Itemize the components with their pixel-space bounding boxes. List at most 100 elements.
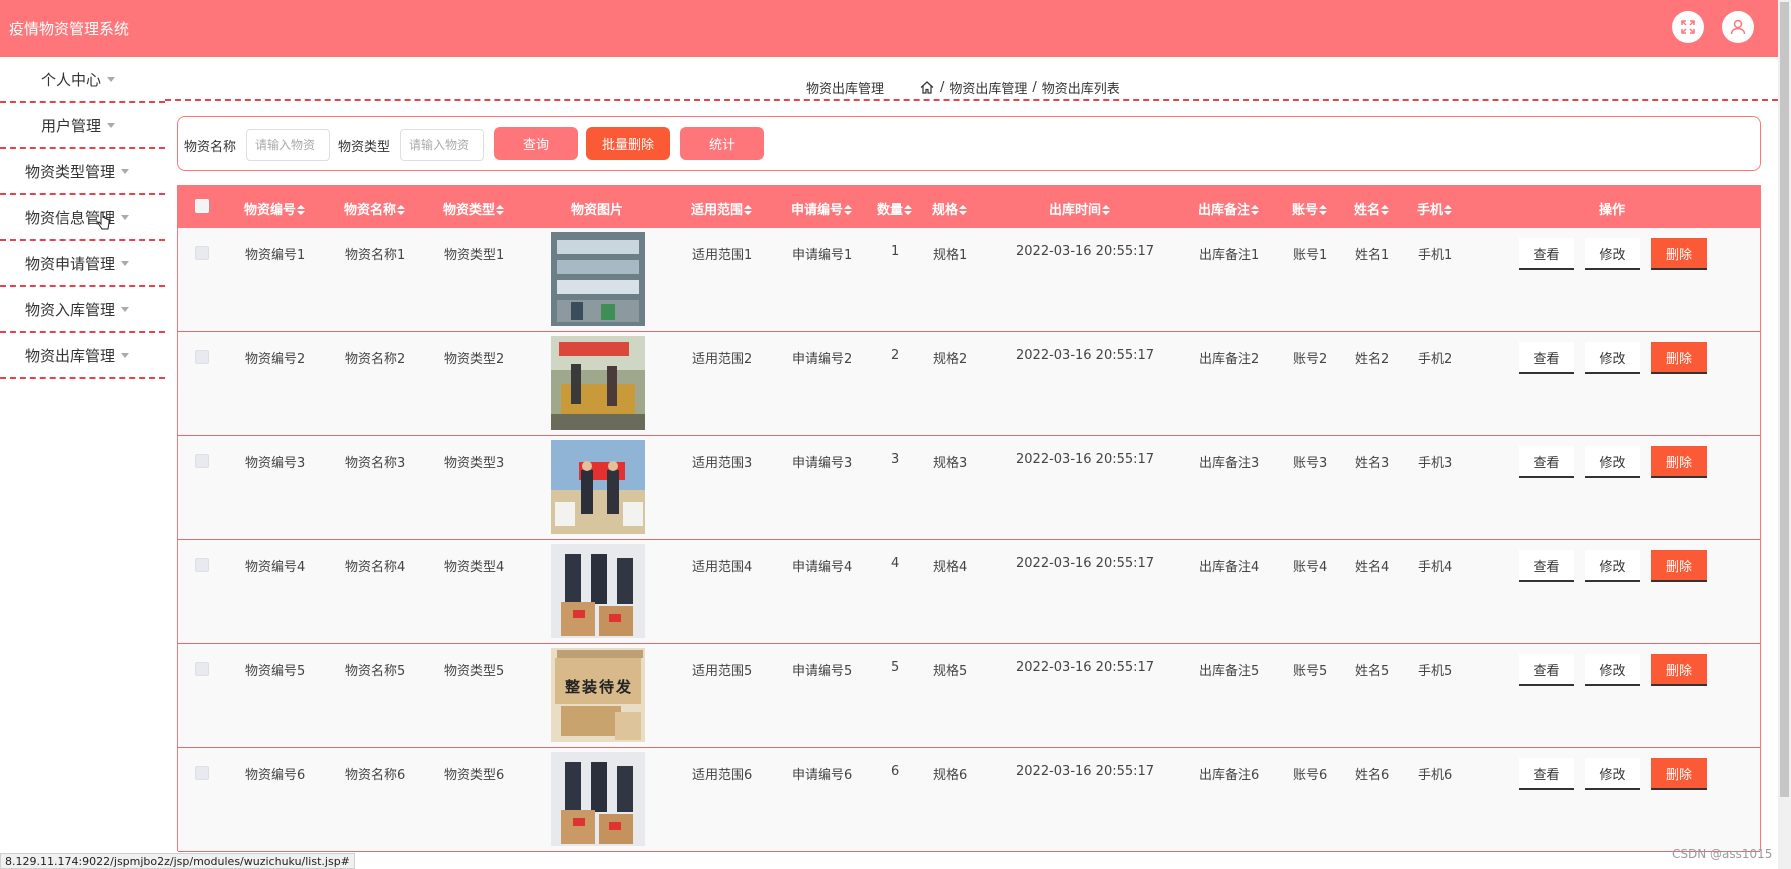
material-image[interactable]: [551, 544, 645, 638]
material-image[interactable]: [551, 232, 645, 326]
col-header-name[interactable]: 物资名称: [344, 199, 406, 218]
material-name-input[interactable]: [246, 129, 330, 161]
table-row: 物资编号2 物资名称2 物资类型2 适用范围2 申请编号2 2 规格2 2022-03-16 …: [178, 332, 1760, 436]
batch-delete-button[interactable]: 批量删除: [586, 127, 670, 160]
col-header-code[interactable]: 物资编号: [244, 199, 306, 218]
cell-spec: 规格5: [933, 664, 968, 679]
view-button[interactable]: 查看: [1519, 654, 1574, 686]
row-checkbox[interactable]: [195, 454, 209, 468]
delete-button[interactable]: 删除: [1651, 238, 1707, 270]
cell-name: 物资名称5: [345, 664, 406, 679]
sidebar-item-material-apply[interactable]: 物资申请管理: [0, 241, 165, 287]
cell-person: 姓名4: [1355, 560, 1390, 575]
row-checkbox[interactable]: [195, 662, 209, 676]
col-header-out-note[interactable]: 出库备注: [1198, 199, 1260, 218]
edit-button[interactable]: 修改: [1585, 654, 1640, 686]
cell-account: 账号1: [1293, 248, 1328, 263]
cell-scope: 适用范围3: [692, 456, 753, 471]
sidebar-item-stock-out[interactable]: 物资出库管理: [0, 333, 165, 379]
sort-icon: [496, 205, 505, 215]
material-image[interactable]: [551, 752, 645, 846]
query-button[interactable]: 查询: [494, 127, 578, 160]
edit-button[interactable]: 修改: [1585, 446, 1640, 478]
table-row: 物资编号3 物资名称3 物资类型3 适用范围3 申请编号3 3 规格3 2022-03-16 …: [178, 436, 1760, 540]
material-image[interactable]: [551, 336, 645, 430]
stats-button[interactable]: 统计: [680, 127, 764, 160]
cell-qty: 6: [891, 764, 900, 779]
material-image[interactable]: [551, 440, 645, 534]
col-header-apply-no[interactable]: 申请编号: [791, 199, 853, 218]
sidebar-item-material-info[interactable]: 物资信息管理: [0, 195, 165, 241]
cell-type: 物资类型1: [444, 248, 505, 263]
cell-account: 账号4: [1293, 560, 1328, 575]
material-type-label: 物资类型: [338, 140, 391, 155]
row-checkbox[interactable]: [195, 350, 209, 364]
sidebar-item-profile[interactable]: 个人中心: [0, 57, 165, 103]
col-header-type[interactable]: 物资类型: [443, 199, 505, 218]
edit-button[interactable]: 修改: [1585, 550, 1640, 582]
material-type-input[interactable]: [400, 129, 484, 161]
edit-button[interactable]: 修改: [1585, 238, 1640, 270]
view-button[interactable]: 查看: [1519, 446, 1574, 478]
caret-down-icon: [107, 76, 116, 82]
view-button[interactable]: 查看: [1519, 238, 1574, 270]
cell-apply-no: 申请编号3: [792, 456, 853, 471]
sidebar-item-users[interactable]: 用户管理: [0, 103, 165, 149]
cell-apply-no: 申请编号1: [792, 248, 853, 263]
col-header-account[interactable]: 账号: [1292, 199, 1328, 218]
edit-button[interactable]: 修改: [1585, 342, 1640, 374]
cell-out-note: 出库备注5: [1199, 664, 1260, 679]
cell-out-time: 2022-03-16 20:55:17: [1016, 452, 1155, 467]
cell-scope: 适用范围2: [692, 352, 753, 367]
table-header: 物资编号 物资名称 物资类型 物资图片 适用范围 申请编号 数量 规格 出库时间…: [177, 185, 1761, 228]
table-row: 物资编号1 物资名称1 物资类型1 适用范围1 申请编号1 1 规格1 2022-03-16 …: [178, 228, 1760, 332]
delete-button[interactable]: 删除: [1651, 758, 1707, 790]
view-button[interactable]: 查看: [1519, 758, 1574, 790]
breadcrumb-level1[interactable]: 物资出库管理: [949, 78, 1027, 97]
cell-qty: 5: [891, 660, 900, 675]
table-row: 物资编号5 物资名称5 物资类型5 适用范围5 申请编号5 5 规格5 2022-03-16 …: [178, 644, 1760, 748]
sidebar-item-stock-in[interactable]: 物资入库管理: [0, 287, 165, 333]
delete-button[interactable]: 删除: [1651, 446, 1707, 478]
sidebar-item-material-types[interactable]: 物资类型管理: [0, 149, 165, 195]
caret-down-icon: [121, 352, 130, 358]
delete-button[interactable]: 删除: [1651, 654, 1707, 686]
col-header-out-time[interactable]: 出库时间: [1049, 199, 1111, 218]
cell-spec: 规格4: [933, 560, 968, 575]
home-icon[interactable]: [920, 81, 934, 94]
row-checkbox[interactable]: [195, 766, 209, 780]
fullscreen-button[interactable]: [1672, 11, 1704, 43]
select-all-checkbox[interactable]: [195, 199, 209, 213]
view-button[interactable]: 查看: [1519, 550, 1574, 582]
delete-button[interactable]: 删除: [1651, 550, 1707, 582]
edit-button[interactable]: 修改: [1585, 758, 1640, 790]
cell-account: 账号3: [1293, 456, 1328, 471]
vertical-scrollbar[interactable]: [1778, 0, 1791, 869]
col-header-phone[interactable]: 手机: [1417, 199, 1453, 218]
cell-qty: 3: [891, 452, 900, 467]
cell-type: 物资类型3: [444, 456, 505, 471]
cell-name: 物资名称6: [345, 768, 406, 783]
cell-person: 姓名1: [1355, 248, 1390, 263]
user-menu-button[interactable]: [1722, 11, 1754, 43]
cell-person: 姓名5: [1355, 664, 1390, 679]
sidebar-item-label: 个人中心: [41, 70, 102, 89]
cell-type: 物资类型2: [444, 352, 505, 367]
sort-icon: [1102, 205, 1111, 215]
col-header-scope[interactable]: 适用范围: [691, 199, 753, 218]
cell-phone: 手机1: [1418, 248, 1453, 263]
cell-code: 物资编号1: [245, 248, 306, 263]
view-button[interactable]: 查看: [1519, 342, 1574, 374]
row-checkbox[interactable]: [195, 246, 209, 260]
table-row: 物资编号6 物资名称6 物资类型6 适用范围6 申请编号6 6 规格6 2022-03-16 …: [178, 748, 1760, 852]
sort-icon: [1319, 205, 1328, 215]
col-header-ops: 操作: [1599, 203, 1626, 218]
col-header-spec[interactable]: 规格: [932, 199, 968, 218]
row-checkbox[interactable]: [195, 558, 209, 572]
col-header-qty[interactable]: 数量: [877, 199, 913, 218]
delete-button[interactable]: 删除: [1651, 342, 1707, 374]
sort-icon: [1444, 205, 1453, 215]
material-image[interactable]: 整装待发: [551, 648, 645, 742]
col-header-person[interactable]: 姓名: [1354, 199, 1390, 218]
cell-spec: 规格6: [933, 768, 968, 783]
